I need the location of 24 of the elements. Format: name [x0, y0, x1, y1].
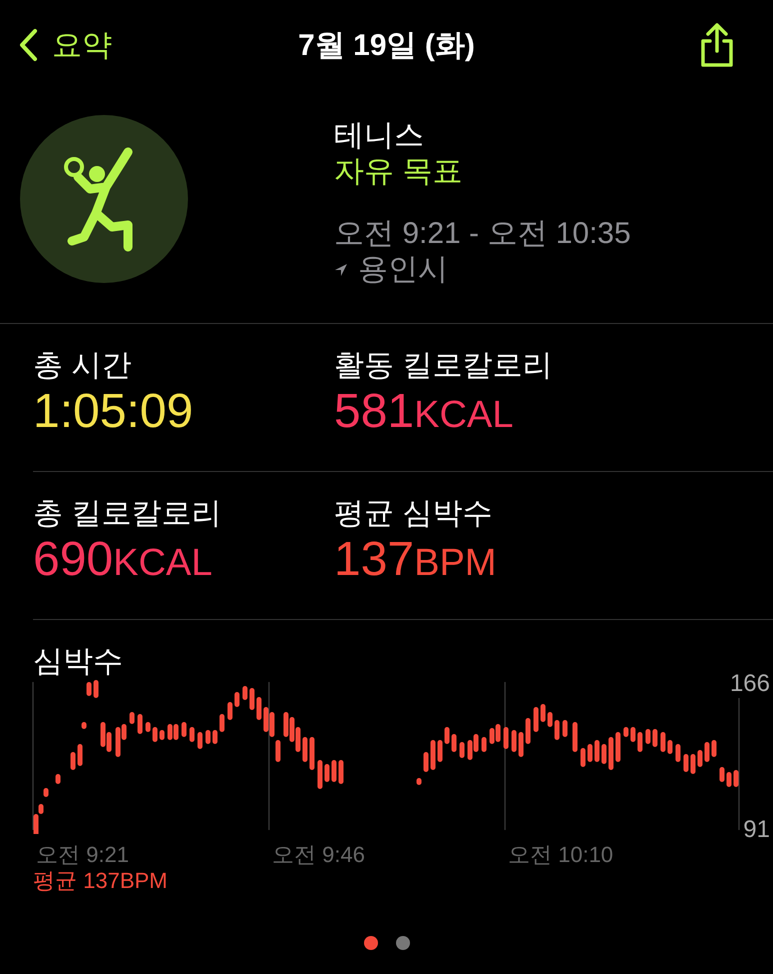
back-chevron-icon — [18, 28, 38, 62]
x-axis-label: 오전 9:46 — [272, 841, 365, 869]
metric-label: 총 시간 — [33, 348, 132, 384]
page-dot[interactable] — [396, 936, 410, 950]
x-axis-label: 오전 10:10 — [508, 841, 614, 869]
back-button[interactable]: 요약 — [18, 24, 112, 66]
metric-label: 총 킬로칼로리 — [33, 496, 222, 532]
workout-name: 테니스 — [334, 118, 425, 154]
x-axis-label: 오전 9:21 — [36, 841, 129, 869]
metric-value: 690KCAL — [33, 532, 214, 588]
metric-value: 581KCAL — [334, 384, 514, 440]
metric-value: 137BPM — [334, 532, 498, 588]
metric-value: 1:05:09 — [33, 384, 194, 440]
average-heart-rate: 평균 137BPM — [33, 867, 168, 895]
workout-time-range: 오전 9:21 - 오전 10:35 — [334, 216, 631, 252]
metric-label: 활동 킬로칼로리 — [334, 348, 554, 384]
location-arrow-icon — [334, 263, 348, 277]
page-dot[interactable] — [364, 936, 378, 950]
tennis-player-icon — [20, 115, 188, 283]
nav-title: 7월 19일 (화) — [298, 28, 475, 64]
metric-label: 평균 심박수 — [334, 496, 494, 532]
workout-location: 용인시 — [358, 252, 448, 288]
workout-goal: 자유 목표 — [334, 154, 464, 190]
chart-title: 심박수 — [33, 644, 124, 680]
